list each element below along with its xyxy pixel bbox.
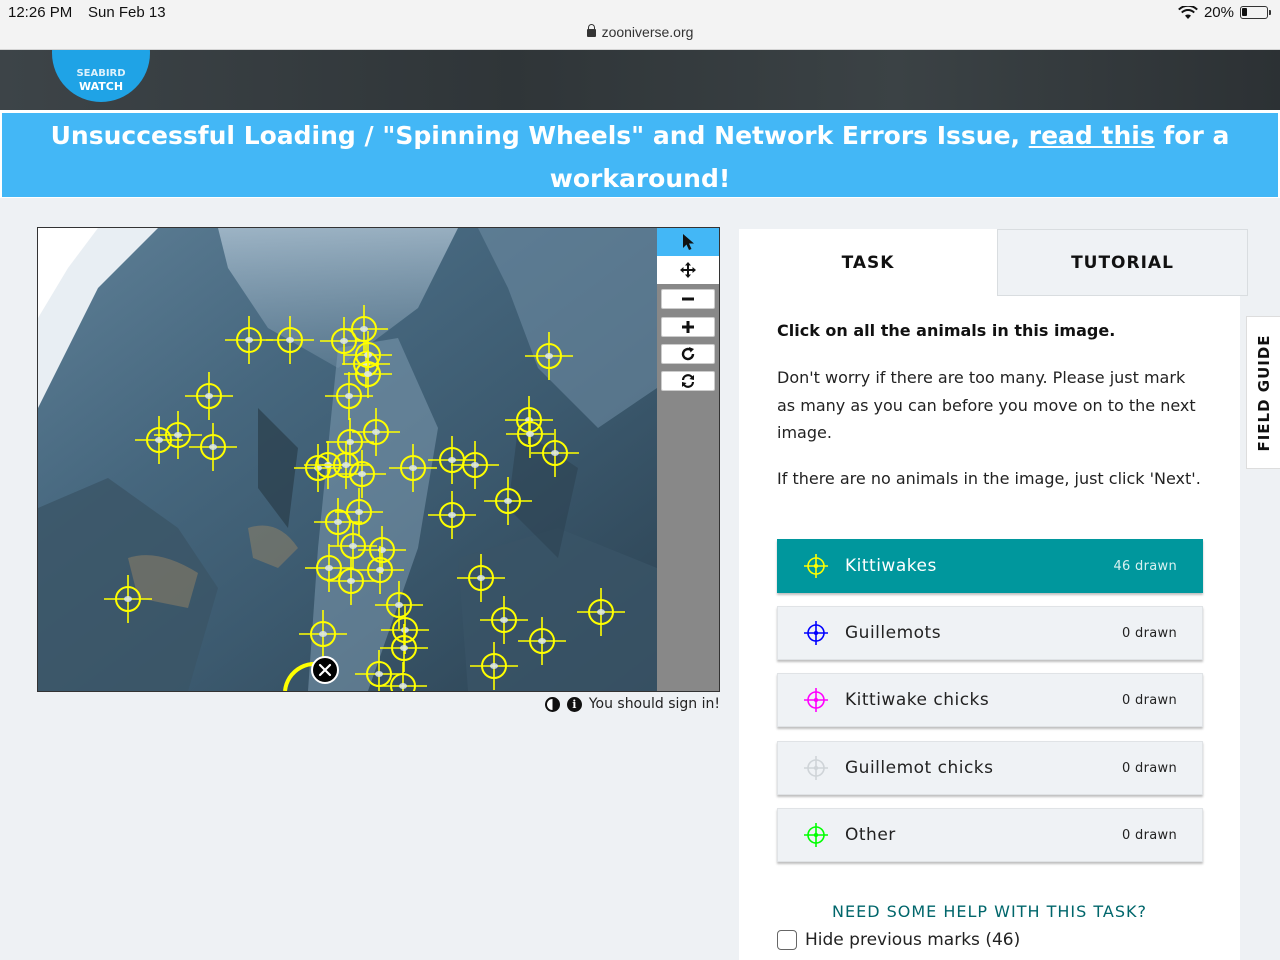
choice-guillemots[interactable]: Guillemots 0 drawn	[777, 606, 1203, 660]
project-header: SEABIRD WATCH	[0, 50, 1280, 110]
crosshair-icon	[804, 688, 828, 712]
read-this-link[interactable]: read this	[1029, 121, 1155, 150]
crosshair-icon	[804, 823, 828, 847]
field-guide-label: FIELD GUIDE	[1254, 333, 1273, 452]
tab-tutorial[interactable]: TUTORIAL	[997, 229, 1248, 296]
zoom-out-button[interactable]	[661, 289, 715, 309]
battery-icon	[1240, 6, 1271, 19]
crosshair-icon	[804, 621, 828, 645]
address-bar[interactable]: zooniverse.org	[0, 24, 1280, 40]
viewer-toolbar	[657, 228, 719, 691]
field-guide-tab[interactable]: FIELD GUIDE	[1246, 316, 1280, 469]
browser-status-bar: 12:26 PM Sun Feb 13 zooniverse.org 20%	[0, 0, 1280, 50]
pointer-icon	[683, 234, 694, 250]
cliff-photo	[38, 228, 657, 691]
reset-button[interactable]	[661, 371, 715, 391]
choice-count: 0 drawn	[1122, 625, 1177, 641]
task-instructions-2: If there are no animals in the image, ju…	[777, 469, 1201, 488]
choice-label: Guillemots	[845, 623, 942, 643]
hide-marks-checkbox[interactable]	[777, 930, 797, 950]
subject-viewer	[37, 227, 720, 692]
pointer-tool-button[interactable]	[657, 228, 719, 256]
choice-count: 0 drawn	[1122, 760, 1177, 776]
subject-image[interactable]	[38, 228, 657, 691]
close-icon	[318, 663, 332, 677]
url-text: zooniverse.org	[601, 24, 694, 40]
logo-text-partial: SEABIRD	[76, 68, 126, 79]
reset-icon	[681, 374, 695, 388]
delete-mark-button[interactable]	[311, 656, 339, 684]
move-icon	[680, 262, 696, 278]
logo-text: WATCH	[78, 80, 124, 93]
zoom-in-icon	[682, 321, 694, 333]
announcement-banner: Unsuccessful Loading / "Spinning Wheels"…	[0, 110, 1280, 198]
task-instructions-1: Don't worry if there are too many. Pleas…	[777, 368, 1196, 442]
choice-label: Other	[845, 825, 896, 845]
task-tabs: TASK TUTORIAL	[739, 229, 1248, 296]
choice-kittiwakes[interactable]: Kittiwakes 46 drawn	[777, 539, 1203, 593]
project-logo[interactable]: SEABIRD WATCH	[52, 50, 150, 102]
announcement-text-before: Unsuccessful Loading / "Spinning Wheels"…	[50, 121, 1029, 150]
rotate-button[interactable]	[661, 344, 715, 364]
tab-task[interactable]: TASK	[739, 229, 997, 296]
wifi-icon	[1178, 5, 1198, 19]
choice-other[interactable]: Other 0 drawn	[777, 808, 1203, 862]
zoom-in-button[interactable]	[661, 317, 715, 337]
task-question: Click on all the animals in this image.	[777, 321, 1116, 340]
choice-label: Kittiwake chicks	[845, 690, 990, 710]
lock-icon	[586, 24, 596, 37]
info-icon[interactable]: i	[566, 696, 582, 712]
zoom-out-icon	[682, 297, 694, 301]
task-panel: TASK TUTORIAL Click on all the animals i…	[739, 229, 1248, 960]
choice-count: 46 drawn	[1113, 558, 1177, 574]
date: Sun Feb 13	[88, 4, 166, 21]
battery-percent: 20%	[1203, 4, 1234, 21]
rotate-icon	[681, 347, 695, 361]
viewer-footer: i You should sign in!	[520, 696, 720, 712]
choice-guillemot-chicks[interactable]: Guillemot chicks 0 drawn	[777, 741, 1203, 795]
choice-label: Guillemot chicks	[845, 758, 994, 778]
move-tool-button[interactable]	[657, 256, 719, 284]
announcement-text: Unsuccessful Loading / "Spinning Wheels"…	[2, 113, 1278, 197]
choice-kittiwake-chicks[interactable]: Kittiwake chicks 0 drawn	[777, 673, 1203, 727]
hide-marks-label: Hide previous marks (46)	[805, 930, 1021, 950]
hide-marks-toggle[interactable]: Hide previous marks (46)	[777, 930, 1020, 950]
crosshair-icon	[804, 756, 828, 780]
clock: 12:26 PM	[8, 4, 73, 21]
choice-label: Kittiwakes	[845, 556, 937, 576]
choice-count: 0 drawn	[1122, 827, 1177, 843]
status-indicators: 20%	[1178, 4, 1271, 21]
invert-colors-icon[interactable]	[544, 696, 560, 712]
crosshair-icon	[804, 554, 828, 578]
sign-in-note[interactable]: You should sign in!	[589, 696, 720, 712]
need-help-link[interactable]: NEED SOME HELP WITH THIS TASK?	[739, 902, 1240, 921]
choice-count: 0 drawn	[1122, 692, 1177, 708]
